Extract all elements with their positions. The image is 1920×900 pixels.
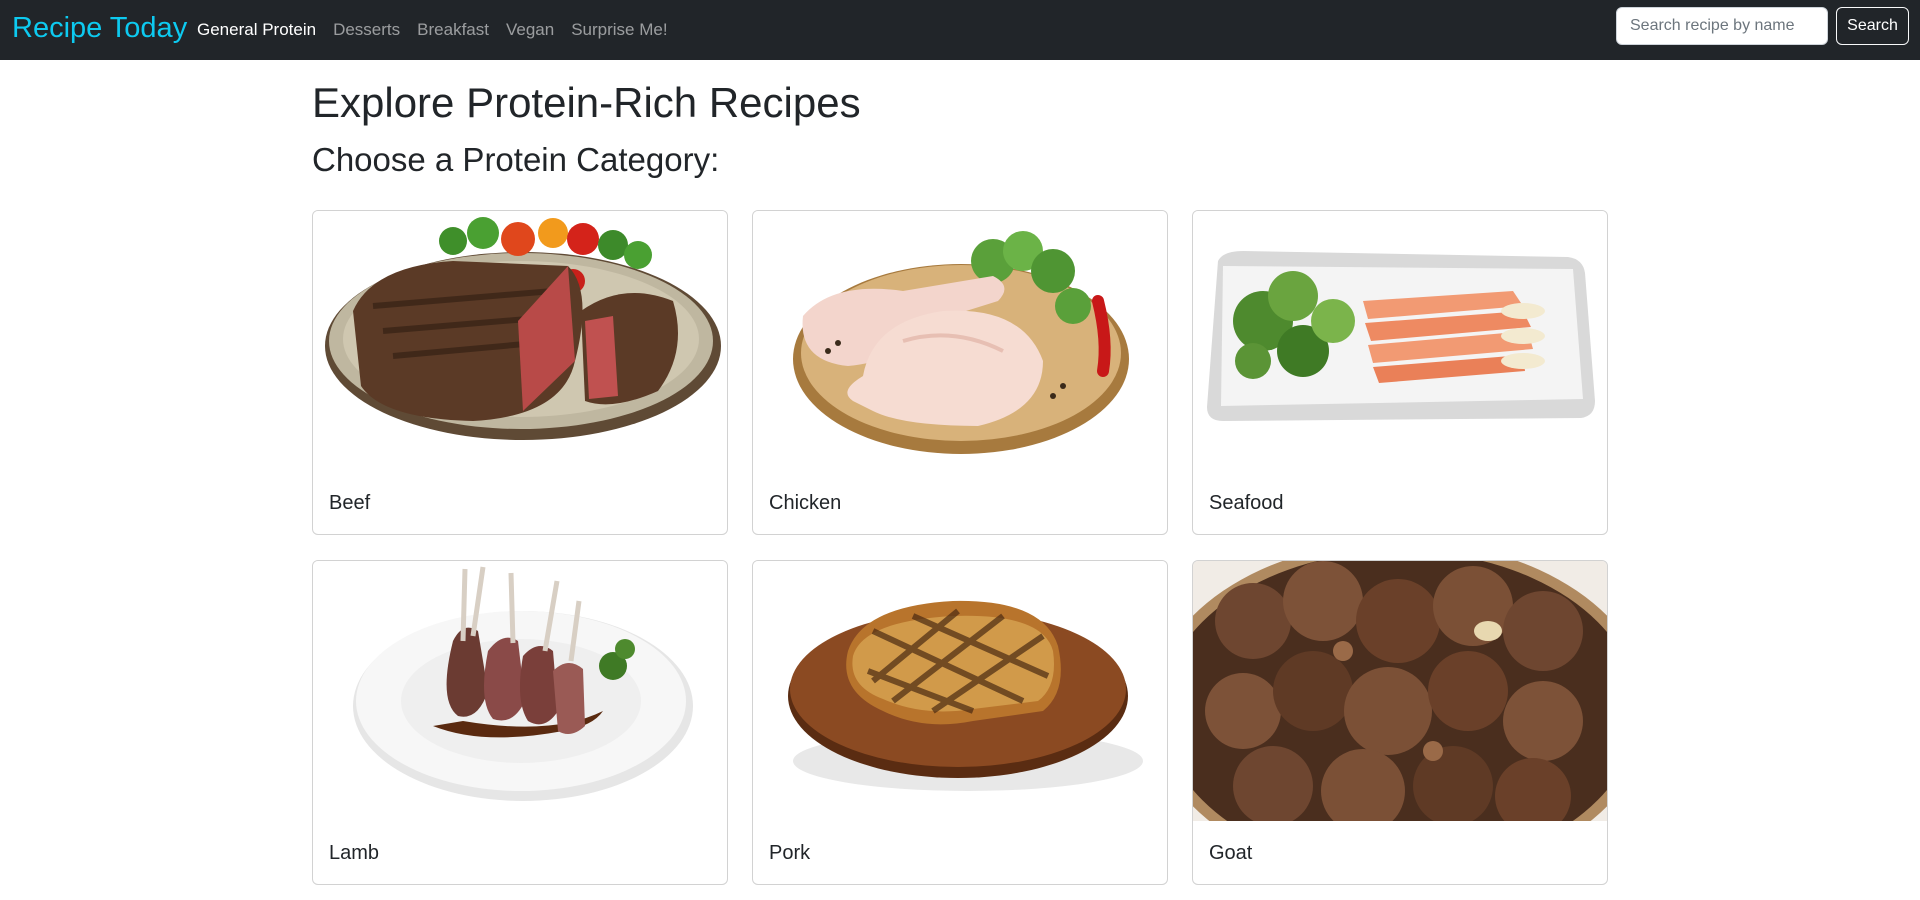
nav-link-vegan[interactable]: Vegan xyxy=(506,20,554,40)
category-card-lamb[interactable]: Lamb xyxy=(312,560,728,885)
category-card-goat[interactable]: Goat xyxy=(1192,560,1608,885)
brand-logo-link[interactable]: Recipe Today xyxy=(12,10,187,46)
nav-link-surprise-me[interactable]: Surprise Me! xyxy=(571,20,667,40)
category-card-beef[interactable]: Beef xyxy=(312,210,728,535)
category-card-seafood[interactable]: Seafood xyxy=(1192,210,1608,535)
nav-link-general-protein[interactable]: General Protein xyxy=(197,20,316,40)
card-title-chicken: Chicken xyxy=(769,492,842,514)
card-title-beef: Beef xyxy=(329,492,371,514)
category-card-pork[interactable]: Pork xyxy=(752,560,1168,885)
goat-image xyxy=(1193,561,1607,821)
navbar: Recipe Today General Protein Desserts Br… xyxy=(0,0,1920,60)
card-title-seafood: Seafood xyxy=(1209,492,1284,514)
chicken-image xyxy=(753,211,1167,471)
card-title-goat: Goat xyxy=(1209,842,1253,864)
beef-image xyxy=(313,211,727,471)
search-button[interactable]: Search xyxy=(1836,7,1909,45)
nav-link-breakfast[interactable]: Breakfast xyxy=(417,20,489,40)
seafood-image xyxy=(1193,211,1607,471)
lamb-image xyxy=(313,561,727,821)
search-form: Search xyxy=(1616,7,1909,45)
pork-image xyxy=(753,561,1167,821)
search-input[interactable] xyxy=(1616,7,1828,45)
nav-links: General Protein Desserts Breakfast Vegan… xyxy=(197,0,685,60)
page-subtitle: Choose a Protein Category: xyxy=(312,141,720,178)
page-title: Explore Protein-Rich Recipes xyxy=(312,79,861,126)
nav-link-desserts[interactable]: Desserts xyxy=(333,20,400,40)
card-title-lamb: Lamb xyxy=(329,842,380,864)
category-card-chicken[interactable]: Chicken xyxy=(752,210,1168,535)
card-title-pork: Pork xyxy=(769,842,811,864)
